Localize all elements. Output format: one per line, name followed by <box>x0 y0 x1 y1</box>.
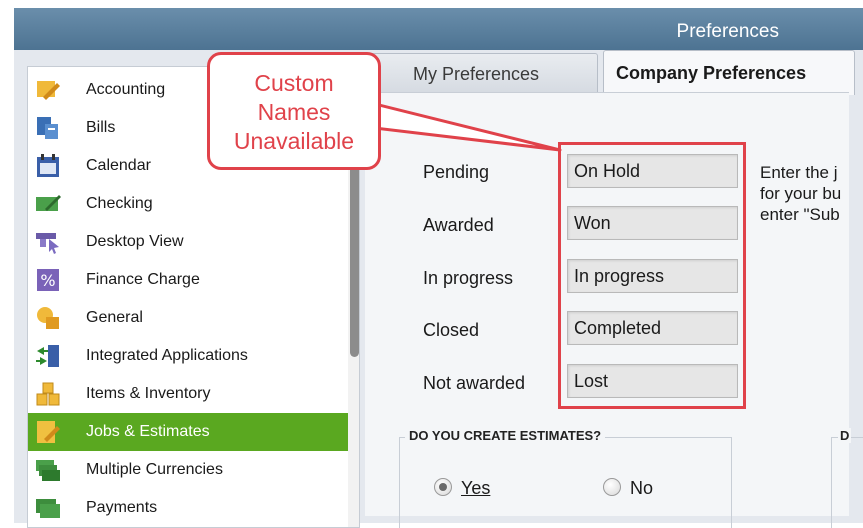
status-label-not-awarded: Not awarded <box>423 373 526 393</box>
sidebar-item-integrated-applications[interactable]: Integrated Applications <box>28 337 348 375</box>
sidebar-item-jobs-estimates[interactable]: Jobs & Estimates <box>28 413 348 451</box>
status-label-in-progress: In progress <box>423 268 514 288</box>
sidebar-item-label: Integrated Applications <box>86 347 248 364</box>
sidebar-item-label: Calendar <box>86 157 151 174</box>
tab-my-preferences[interactable]: My Preferences <box>370 53 598 92</box>
sidebar-item-finance-charge[interactable]: % Finance Charge <box>28 261 348 299</box>
tab-label: My Preferences <box>413 64 540 84</box>
sidebar-item-label: Finance Charge <box>86 271 200 288</box>
estimates-no-label[interactable]: No <box>630 478 653 499</box>
description-line: Enter the j <box>760 163 838 182</box>
general-icon <box>35 305 61 331</box>
sidebar-item-payments[interactable]: Payments <box>28 489 348 527</box>
tab-label: Company Preferences <box>616 63 807 83</box>
accounting-icon <box>35 77 61 103</box>
sidebar-item-label: General <box>86 309 143 326</box>
annotation-line: Names <box>257 99 331 125</box>
description-line: enter "Sub <box>760 205 840 224</box>
annotation-callout: Custom Names Unavailable <box>207 52 381 170</box>
second-group-box <box>831 437 863 528</box>
jobs-estimates-icon <box>35 419 61 445</box>
sidebar-item-label: Accounting <box>86 81 166 98</box>
payments-icon <box>35 495 61 521</box>
annotation-highlight-box <box>558 142 746 409</box>
items-inventory-icon <box>35 381 61 407</box>
integrated-applications-icon <box>35 343 61 369</box>
finance-charge-icon: % <box>35 267 61 293</box>
sidebar-item-label: Multiple Currencies <box>86 461 223 478</box>
estimates-yes-label[interactable]: Yes <box>461 478 490 499</box>
sidebar-item-label: Checking <box>86 195 153 212</box>
status-label-pending: Pending <box>423 162 490 182</box>
estimates-yes-radio[interactable] <box>434 478 452 496</box>
sidebar-item-multiple-currencies[interactable]: Multiple Currencies <box>28 451 348 489</box>
description-line: for your bu <box>760 184 842 203</box>
calendar-icon <box>35 153 61 179</box>
annotation-line: Unavailable <box>233 128 355 154</box>
sidebar-item-items-inventory[interactable]: Items & Inventory <box>28 375 348 413</box>
sidebar-item-general[interactable]: General <box>28 299 348 337</box>
sidebar-item-label: Items & Inventory <box>86 385 211 402</box>
job-status-description: Enter the j for your bu enter "Sub <box>760 162 863 225</box>
checking-icon <box>35 191 61 217</box>
annotation-line: Custom <box>254 70 334 96</box>
estimates-group-title: DO YOU CREATE ESTIMATES? <box>405 428 606 443</box>
sidebar-item-label: Payments <box>86 499 158 516</box>
title-bar[interactable]: Preferences <box>14 8 863 50</box>
status-label-awarded: Awarded <box>423 215 494 235</box>
sidebar-item-label: Jobs & Estimates <box>86 423 210 440</box>
multiple-currencies-icon <box>35 457 61 483</box>
status-label-closed: Closed <box>423 320 480 340</box>
tab-company-preferences[interactable]: Company Preferences <box>603 50 855 95</box>
svg-text:%: % <box>40 271 55 290</box>
sidebar-item-desktop-view[interactable]: Desktop View <box>28 223 348 261</box>
window-title: Preferences <box>676 21 779 42</box>
second-group-title: D <box>838 428 852 443</box>
scrollbar-thumb[interactable] <box>350 152 359 357</box>
sidebar-item-label: Desktop View <box>86 233 184 250</box>
desktop-view-icon <box>35 229 61 255</box>
bills-icon <box>35 115 61 141</box>
sidebar-item-checking[interactable]: Checking <box>28 185 348 223</box>
sidebar-item-label: Bills <box>86 119 116 136</box>
estimates-no-radio[interactable] <box>603 478 621 496</box>
annotation-text: Custom Names Unavailable <box>210 69 378 156</box>
